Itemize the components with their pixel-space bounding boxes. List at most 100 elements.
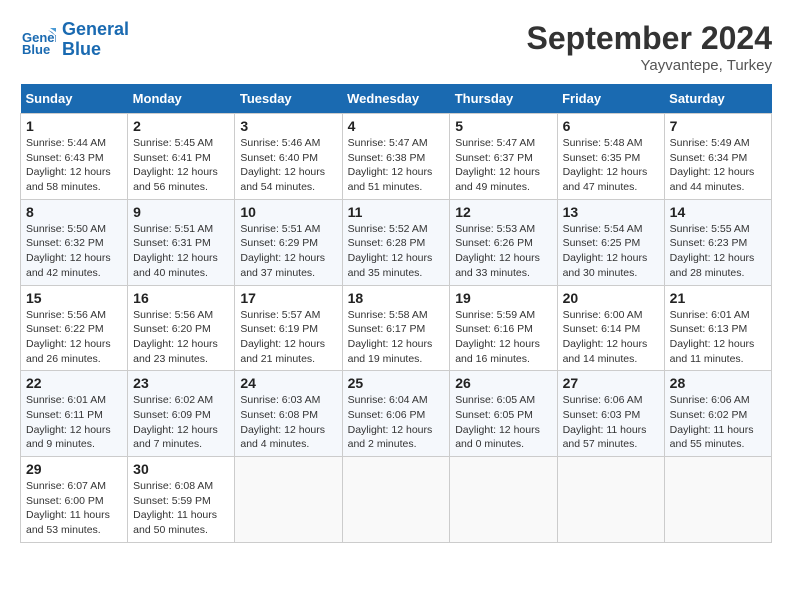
day-number: 10 bbox=[240, 204, 336, 220]
calendar-cell-day-22: 22 Sunrise: 6:01 AMSunset: 6:11 PMDayligh… bbox=[21, 371, 128, 457]
calendar-cell-day-25: 25 Sunrise: 6:04 AMSunset: 6:06 PMDayligh… bbox=[342, 371, 450, 457]
day-info: Sunrise: 5:54 AMSunset: 6:25 PMDaylight:… bbox=[563, 222, 659, 281]
day-number: 21 bbox=[670, 290, 766, 306]
location-subtitle: Yayvantepe, Turkey bbox=[527, 57, 772, 74]
calendar-cell-day-21: 21 Sunrise: 6:01 AMSunset: 6:13 PMDayligh… bbox=[664, 285, 771, 371]
day-number: 4 bbox=[348, 118, 445, 134]
calendar-cell-empty bbox=[235, 457, 342, 543]
calendar-cell-day-11: 11 Sunrise: 5:52 AMSunset: 6:28 PMDayligh… bbox=[342, 199, 450, 285]
day-info: Sunrise: 5:52 AMSunset: 6:28 PMDaylight:… bbox=[348, 222, 445, 281]
calendar-cell-day-9: 9 Sunrise: 5:51 AMSunset: 6:31 PMDaylight… bbox=[128, 199, 235, 285]
day-info: Sunrise: 6:01 AMSunset: 6:11 PMDaylight:… bbox=[26, 393, 122, 452]
calendar-cell-day-28: 28 Sunrise: 6:06 AMSunset: 6:02 PMDayligh… bbox=[664, 371, 771, 457]
calendar-cell-day-18: 18 Sunrise: 5:58 AMSunset: 6:17 PMDayligh… bbox=[342, 285, 450, 371]
calendar-cell-day-23: 23 Sunrise: 6:02 AMSunset: 6:09 PMDayligh… bbox=[128, 371, 235, 457]
header-monday: Monday bbox=[128, 84, 235, 114]
header-saturday: Saturday bbox=[664, 84, 771, 114]
calendar-cell-day-3: 3Sunrise: 5:46 AMSunset: 6:40 PMDaylight… bbox=[235, 114, 342, 200]
day-info: Sunrise: 6:08 AMSunset: 5:59 PMDaylight:… bbox=[133, 479, 229, 538]
calendar-cell-day-12: 12Sunrise: 5:53 AMSunset: 6:26 PMDayligh… bbox=[450, 199, 557, 285]
calendar-cell-day-2: 2 Sunrise: 5:45 AMSunset: 6:41 PMDaylight… bbox=[128, 114, 235, 200]
day-number: 11 bbox=[348, 204, 445, 220]
day-number: 3 bbox=[240, 118, 336, 134]
calendar-cell-day-15: 15 Sunrise: 5:56 AMSunset: 6:22 PMDayligh… bbox=[21, 285, 128, 371]
day-number: 25 bbox=[348, 375, 445, 391]
calendar-cell-day-4: 4 Sunrise: 5:47 AMSunset: 6:38 PMDaylight… bbox=[342, 114, 450, 200]
day-info: Sunrise: 5:45 AMSunset: 6:41 PMDaylight:… bbox=[133, 136, 229, 195]
calendar-cell-day-24: 24 Sunrise: 6:03 AMSunset: 6:08 PMDayligh… bbox=[235, 371, 342, 457]
day-number: 13 bbox=[563, 204, 659, 220]
calendar-row-3: 15 Sunrise: 5:56 AMSunset: 6:22 PMDayligh… bbox=[21, 285, 772, 371]
logo-line2: Blue bbox=[62, 39, 101, 59]
calendar-cell-day-10: 10 Sunrise: 5:51 AMSunset: 6:29 PMDayligh… bbox=[235, 199, 342, 285]
day-info: Sunrise: 5:47 AMSunset: 6:37 PMDaylight:… bbox=[455, 136, 551, 195]
calendar-cell-day-20: 20Sunrise: 6:00 AMSunset: 6:14 PMDayligh… bbox=[557, 285, 664, 371]
day-info: Sunrise: 5:51 AMSunset: 6:31 PMDaylight:… bbox=[133, 222, 229, 281]
calendar-cell-day-6: 6Sunrise: 5:48 AMSunset: 6:35 PMDaylight… bbox=[557, 114, 664, 200]
page-header: General Blue General Blue September 2024… bbox=[20, 20, 772, 74]
day-number: 24 bbox=[240, 375, 336, 391]
day-info: Sunrise: 5:58 AMSunset: 6:17 PMDaylight:… bbox=[348, 308, 445, 367]
day-number: 9 bbox=[133, 204, 229, 220]
calendar-cell-day-7: 7Sunrise: 5:49 AMSunset: 6:34 PMDaylight… bbox=[664, 114, 771, 200]
day-number: 7 bbox=[670, 118, 766, 134]
calendar-cell-day-16: 16 Sunrise: 5:56 AMSunset: 6:20 PMDayligh… bbox=[128, 285, 235, 371]
day-info: Sunrise: 5:44 AMSunset: 6:43 PMDaylight:… bbox=[26, 136, 122, 195]
day-info: Sunrise: 6:03 AMSunset: 6:08 PMDaylight:… bbox=[240, 393, 336, 452]
calendar-cell-day-8: 8 Sunrise: 5:50 AMSunset: 6:32 PMDaylight… bbox=[21, 199, 128, 285]
day-number: 16 bbox=[133, 290, 229, 306]
day-info: Sunrise: 5:59 AMSunset: 6:16 PMDaylight:… bbox=[455, 308, 551, 367]
calendar-cell-day-19: 19 Sunrise: 5:59 AMSunset: 6:16 PMDayligh… bbox=[450, 285, 557, 371]
day-info: Sunrise: 6:04 AMSunset: 6:06 PMDaylight:… bbox=[348, 393, 445, 452]
day-info: Sunrise: 6:06 AMSunset: 6:03 PMDaylight:… bbox=[563, 393, 659, 452]
calendar-cell-empty bbox=[342, 457, 450, 543]
logo-line1: General bbox=[62, 19, 129, 39]
calendar-cell-day-27: 27Sunrise: 6:06 AMSunset: 6:03 PMDayligh… bbox=[557, 371, 664, 457]
day-info: Sunrise: 6:02 AMSunset: 6:09 PMDaylight:… bbox=[133, 393, 229, 452]
calendar-cell-empty bbox=[450, 457, 557, 543]
day-number: 23 bbox=[133, 375, 229, 391]
calendar-cell-day-17: 17Sunrise: 5:57 AMSunset: 6:19 PMDayligh… bbox=[235, 285, 342, 371]
day-number: 18 bbox=[348, 290, 445, 306]
calendar-row-1: 1 Sunrise: 5:44 AMSunset: 6:43 PMDaylight… bbox=[21, 114, 772, 200]
day-info: Sunrise: 5:56 AMSunset: 6:20 PMDaylight:… bbox=[133, 308, 229, 367]
day-info: Sunrise: 5:51 AMSunset: 6:29 PMDaylight:… bbox=[240, 222, 336, 281]
day-number: 19 bbox=[455, 290, 551, 306]
day-number: 2 bbox=[133, 118, 229, 134]
day-info: Sunrise: 5:48 AMSunset: 6:35 PMDaylight:… bbox=[563, 136, 659, 195]
day-info: Sunrise: 6:01 AMSunset: 6:13 PMDaylight:… bbox=[670, 308, 766, 367]
header-thursday: Thursday bbox=[450, 84, 557, 114]
logo-text: General Blue bbox=[62, 20, 129, 60]
day-info: Sunrise: 5:53 AMSunset: 6:26 PMDaylight:… bbox=[455, 222, 551, 281]
day-number: 14 bbox=[670, 204, 766, 220]
day-info: Sunrise: 5:50 AMSunset: 6:32 PMDaylight:… bbox=[26, 222, 122, 281]
header-tuesday: Tuesday bbox=[235, 84, 342, 114]
calendar-body: 1 Sunrise: 5:44 AMSunset: 6:43 PMDaylight… bbox=[21, 114, 772, 543]
header-friday: Friday bbox=[557, 84, 664, 114]
calendar-row-5: 29 Sunrise: 6:07 AMSunset: 6:00 PMDayligh… bbox=[21, 457, 772, 543]
calendar-table: SundayMondayTuesdayWednesdayThursdayFrid… bbox=[20, 84, 772, 543]
day-number: 22 bbox=[26, 375, 122, 391]
day-info: Sunrise: 5:47 AMSunset: 6:38 PMDaylight:… bbox=[348, 136, 445, 195]
day-info: Sunrise: 5:55 AMSunset: 6:23 PMDaylight:… bbox=[670, 222, 766, 281]
logo: General Blue General Blue bbox=[20, 20, 129, 60]
day-info: Sunrise: 6:07 AMSunset: 6:00 PMDaylight:… bbox=[26, 479, 122, 538]
day-number: 26 bbox=[455, 375, 551, 391]
logo-icon: General Blue bbox=[20, 22, 56, 58]
month-title: September 2024 bbox=[527, 20, 772, 57]
day-info: Sunrise: 6:05 AMSunset: 6:05 PMDaylight:… bbox=[455, 393, 551, 452]
day-number: 28 bbox=[670, 375, 766, 391]
header-row: SundayMondayTuesdayWednesdayThursdayFrid… bbox=[21, 84, 772, 114]
day-info: Sunrise: 5:56 AMSunset: 6:22 PMDaylight:… bbox=[26, 308, 122, 367]
day-number: 1 bbox=[26, 118, 122, 134]
day-number: 8 bbox=[26, 204, 122, 220]
day-number: 15 bbox=[26, 290, 122, 306]
calendar-cell-day-13: 13 Sunrise: 5:54 AMSunset: 6:25 PMDayligh… bbox=[557, 199, 664, 285]
calendar-cell-empty bbox=[557, 457, 664, 543]
header-sunday: Sunday bbox=[21, 84, 128, 114]
calendar-cell-day-14: 14 Sunrise: 5:55 AMSunset: 6:23 PMDayligh… bbox=[664, 199, 771, 285]
day-number: 17 bbox=[240, 290, 336, 306]
calendar-cell-day-1: 1 Sunrise: 5:44 AMSunset: 6:43 PMDaylight… bbox=[21, 114, 128, 200]
day-number: 29 bbox=[26, 461, 122, 477]
day-info: Sunrise: 6:06 AMSunset: 6:02 PMDaylight:… bbox=[670, 393, 766, 452]
